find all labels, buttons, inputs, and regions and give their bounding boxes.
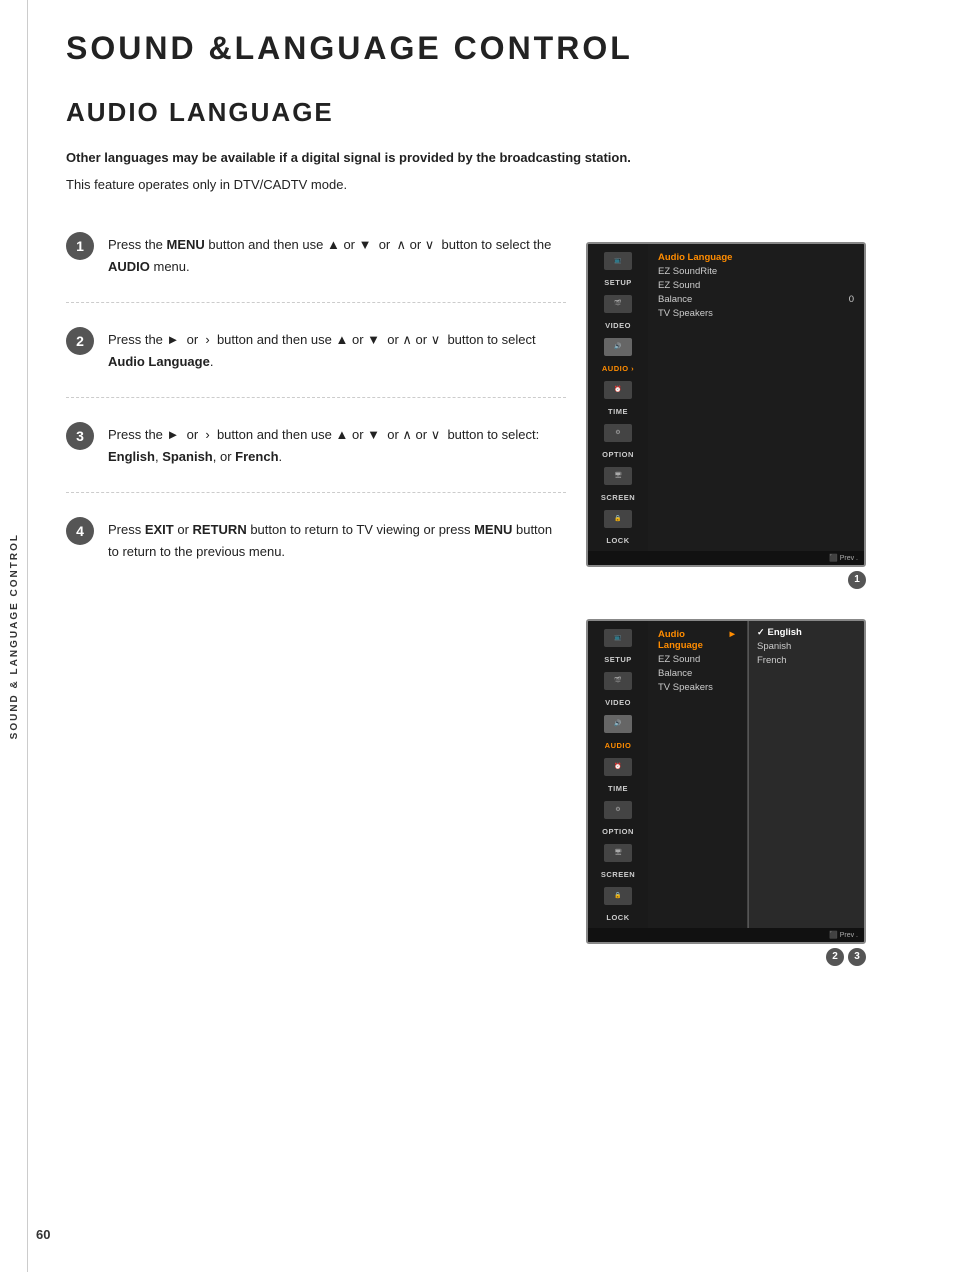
- main-content: SOUND &LANGUAGE CONTROL AUDIO LANGUAGE O…: [36, 0, 954, 1016]
- section-title: AUDIO LANGUAGE: [66, 97, 914, 128]
- panel2-balance: Balance: [658, 668, 737, 679]
- panel2-ez-sound: EZ Sound: [658, 654, 737, 665]
- step-1-text: Press the MENU button and then use ▲ or …: [108, 232, 566, 278]
- screen-1-wrapper: 📺 SETUP 🎬 VIDEO 🔊 AUDIO ›: [586, 242, 866, 589]
- sidebar-label: SOUND & LANGUAGE CONTROL: [9, 533, 20, 739]
- step-3-number: 3: [66, 422, 94, 450]
- menu-setup-label-2: SETUP: [604, 655, 632, 664]
- step-2-text: Press the ► or › button and then use ▲ o…: [108, 327, 566, 373]
- menu-setup-1: 📺: [598, 250, 638, 272]
- steps-and-screens: 1 Press the MENU button and then use ▲ o…: [66, 232, 914, 986]
- menu-sidebar-2: 📺 SETUP 🎬 VIDEO 🔊 AUDIO: [588, 621, 648, 928]
- menu-setup-2: 📺: [598, 627, 638, 649]
- sub-panel: ✓ English Spanish French: [748, 621, 838, 928]
- step-1-number: 1: [66, 232, 94, 260]
- sidebar-divider: [27, 0, 28, 1272]
- menu-option-label-1: OPTION: [602, 450, 634, 459]
- step-4-text: Press EXIT or RETURN button to return to…: [108, 517, 566, 563]
- sub-english: ✓ English: [757, 627, 830, 638]
- badge-3: 3: [848, 948, 866, 966]
- screen-2-badges: 2 3: [586, 948, 866, 966]
- screens-column: 📺 SETUP 🎬 VIDEO 🔊 AUDIO ›: [586, 232, 866, 986]
- step-1: 1 Press the MENU button and then use ▲ o…: [66, 232, 566, 303]
- step-2: 2 Press the ► or › button and then use ▲…: [66, 327, 566, 398]
- step-3: 3 Press the ► or › button and then use ▲…: [66, 422, 566, 493]
- menu-option-2: ⚙: [598, 799, 638, 821]
- screen-2-bottom: ⬛ Prev .: [588, 928, 864, 942]
- step-4-number: 4: [66, 517, 94, 545]
- sidebar: SOUND & LANGUAGE CONTROL: [0, 0, 28, 1272]
- screen-1-bottom: ⬛ Prev .: [588, 551, 864, 565]
- menu-setup-label-1: SETUP: [604, 278, 632, 287]
- menu-screen-2: 🖥: [598, 842, 638, 864]
- menu-video-2: 🎬: [598, 670, 638, 692]
- sub-spanish: Spanish: [757, 641, 830, 652]
- step-2-number: 2: [66, 327, 94, 355]
- sub-french: French: [757, 655, 830, 666]
- menu-screen-1: 🖥: [598, 465, 638, 487]
- step-4: 4 Press EXIT or RETURN button to return …: [66, 517, 566, 587]
- page-title: SOUND &LANGUAGE CONTROL: [66, 30, 914, 67]
- menu-screen-label-2: SCREEN: [601, 870, 635, 879]
- screen-2-wrapper: 📺 SETUP 🎬 VIDEO 🔊 AUDIO: [586, 619, 866, 966]
- menu-audio-1: 🔊: [598, 336, 638, 358]
- menu-panel-1: Audio Language EZ SoundRite EZ Sound Bal…: [648, 244, 864, 551]
- menu-option-1: ⚙: [598, 422, 638, 444]
- panel-item-tv-speakers: TV Speakers: [658, 308, 854, 319]
- menu-time-2: ⏰: [598, 756, 638, 778]
- menu-audio-2: 🔊: [598, 713, 638, 735]
- intro-bold: Other languages may be available if a di…: [66, 148, 914, 169]
- menu-time-label-2: TIME: [608, 784, 628, 793]
- menu-option-label-2: OPTION: [602, 827, 634, 836]
- intro-normal: This feature operates only in DTV/CADTV …: [66, 177, 914, 192]
- panel-item-audio-language: Audio Language: [658, 252, 854, 263]
- badge-2: 2: [826, 948, 844, 966]
- panel2-tv-speakers: TV Speakers: [658, 682, 737, 693]
- menu-screen-label-1: SCREEN: [601, 493, 635, 502]
- screen-1-badges: 1: [586, 571, 866, 589]
- panel-item-ez-soundrite: EZ SoundRite: [658, 266, 854, 277]
- menu-sidebar-1: 📺 SETUP 🎬 VIDEO 🔊 AUDIO ›: [588, 244, 648, 551]
- menu-video-1: 🎬: [598, 293, 638, 315]
- menu-video-label-2: VIDEO: [605, 698, 631, 707]
- menu-time-label-1: TIME: [608, 407, 628, 416]
- menu-lock-label-2: LOCK: [606, 913, 629, 922]
- menu-time-1: ⏰: [598, 379, 638, 401]
- menu-audio-label-2: AUDIO: [605, 741, 632, 750]
- menu-lock-label-1: LOCK: [606, 536, 629, 545]
- menu-panel-2: Audio Language ► EZ Sound Balance TV Spe…: [648, 621, 748, 928]
- badge-1: 1: [848, 571, 866, 589]
- page-number: 60: [36, 1227, 50, 1242]
- steps-column: 1 Press the MENU button and then use ▲ o…: [66, 232, 566, 986]
- screen-2: 📺 SETUP 🎬 VIDEO 🔊 AUDIO: [586, 619, 866, 944]
- menu-audio-label-1: AUDIO ›: [602, 364, 634, 373]
- step-3-text: Press the ► or › button and then use ▲ o…: [108, 422, 566, 468]
- menu-lock-1: 🔒: [598, 508, 638, 530]
- menu-video-label-1: VIDEO: [605, 321, 631, 330]
- menu-lock-2: 🔒: [598, 885, 638, 907]
- screen-1: 📺 SETUP 🎬 VIDEO 🔊 AUDIO ›: [586, 242, 866, 567]
- panel-item-balance: Balance 0: [658, 294, 854, 305]
- panel-item-ez-sound: EZ Sound: [658, 280, 854, 291]
- panel2-audio-language: Audio Language ►: [658, 629, 737, 651]
